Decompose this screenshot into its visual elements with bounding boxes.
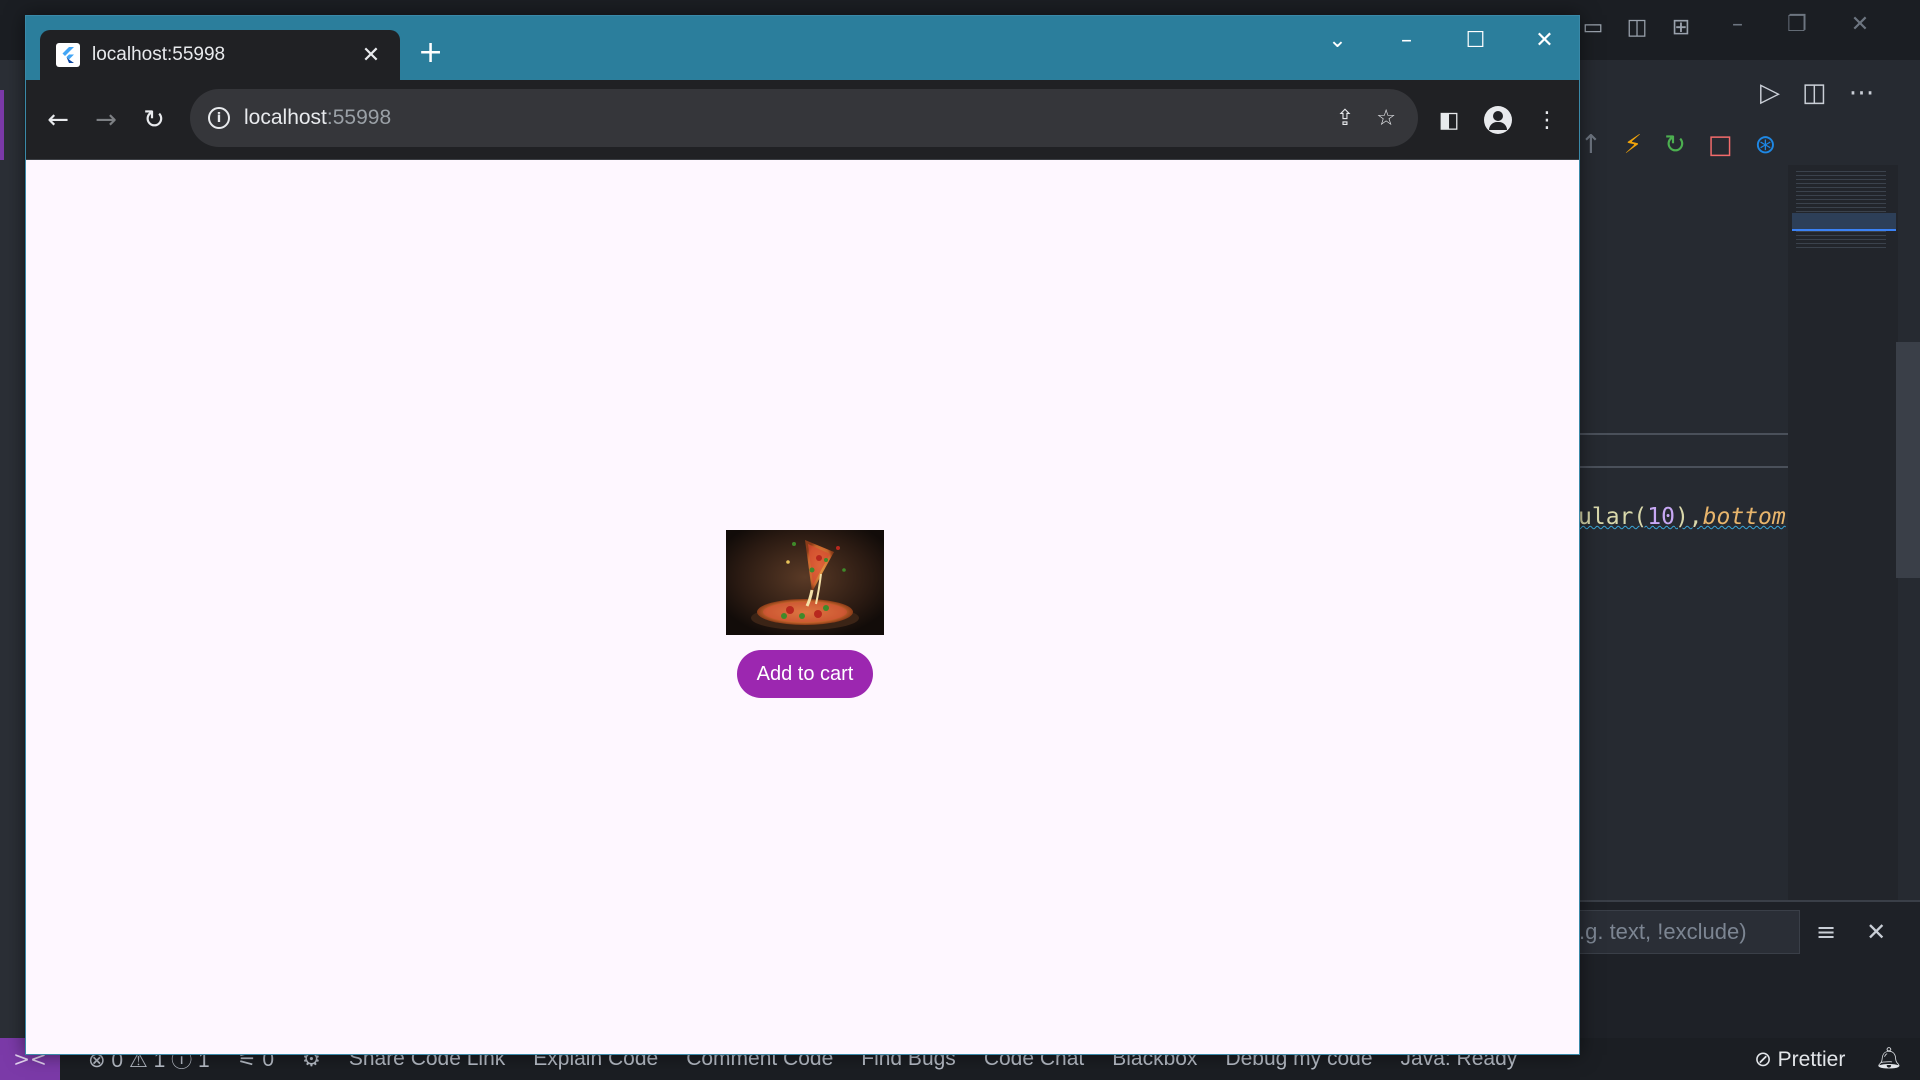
customize-layout-icon[interactable]: ⊞ — [1668, 14, 1694, 40]
stop-icon[interactable]: □ — [1708, 130, 1733, 160]
browser-window-controls: ⌄ – ☐ ✕ — [1303, 16, 1579, 64]
back-icon[interactable]: ← — [38, 100, 78, 140]
url-port: :55998 — [326, 106, 392, 129]
restore-icon[interactable]: ❐ — [1787, 12, 1807, 37]
tab-title: localhost:55998 — [92, 44, 226, 65]
editor-area — [1578, 165, 1788, 900]
share-icon[interactable]: ⇪ — [1336, 106, 1354, 131]
editor-divider — [1578, 466, 1788, 468]
activity-accent — [0, 90, 4, 160]
tab-strip: localhost:55998 ✕ + ⌄ – ☐ ✕ — [26, 16, 1579, 80]
code-prefix: ular( — [1578, 504, 1648, 530]
close-icon[interactable]: ✕ — [1510, 16, 1579, 64]
minimap[interactable] — [1788, 165, 1898, 900]
code-italic: bottom — [1702, 504, 1786, 530]
add-to-cart-button[interactable]: Add to cart — [736, 650, 874, 698]
devtools-icon[interactable]: ⊛ — [1754, 130, 1776, 160]
clear-output-icon[interactable]: ≡ — [1816, 918, 1836, 946]
minimize-icon[interactable]: – — [1372, 16, 1441, 64]
tab-search-icon[interactable]: ⌄ — [1303, 16, 1372, 64]
activity-bar — [0, 60, 24, 1038]
toggle-secondary-sidebar-icon[interactable]: ◫ — [1624, 14, 1650, 40]
split-editor-icon[interactable]: ◫ — [1802, 78, 1827, 108]
prettier-status[interactable]: ⊘ Prettier — [1754, 1047, 1845, 1072]
browser-toolbar: ← → ↻ i localhost:55998 ⇪ ☆ ◧ ⋮ — [26, 80, 1579, 160]
toggle-panel-icon[interactable]: ▭ — [1580, 14, 1606, 40]
bookmark-star-icon[interactable]: ☆ — [1376, 106, 1396, 131]
step-out-icon[interactable]: ↑ — [1580, 130, 1602, 160]
more-actions-icon[interactable]: ⋯ — [1849, 78, 1875, 108]
editor-scrollbar[interactable] — [1896, 342, 1920, 578]
side-panel-icon[interactable]: ◧ — [1434, 100, 1464, 140]
address-url[interactable]: localhost:55998 — [244, 106, 1336, 130]
product-card: Add to cart — [725, 530, 885, 698]
maximize-icon[interactable]: ☐ — [1441, 16, 1510, 64]
url-host: localhost — [244, 106, 327, 129]
prettier-label: Prettier — [1777, 1047, 1846, 1071]
notifications-icon[interactable]: 🔔︎ — [1875, 1047, 1902, 1071]
vscode-window-controls: – ❐ ✕ — [1732, 12, 1869, 37]
page-content: Add to cart — [26, 160, 1579, 1054]
panel-actions: ≡ ✕ — [1816, 918, 1886, 946]
debug-toolbar: ↑ ⚡ ↻ □ ⊛ — [1580, 130, 1776, 160]
hot-reload-icon[interactable]: ⚡ — [1624, 130, 1642, 160]
minimap-text — [1796, 171, 1886, 251]
address-bar[interactable]: i localhost:55998 ⇪ ☆ — [190, 89, 1418, 147]
forward-icon[interactable]: → — [86, 100, 126, 140]
browser-window: localhost:55998 ✕ + ⌄ – ☐ ✕ ← → ↻ i loca… — [25, 15, 1580, 1055]
minimap-highlight — [1792, 213, 1896, 231]
pizza-image — [726, 530, 884, 635]
editor-toolbar: ▷ ◫ ⋯ — [1760, 78, 1875, 108]
filter-input[interactable]: .g. text, !exclude) — [1578, 910, 1800, 954]
editor-divider — [1578, 433, 1788, 435]
close-panel-icon[interactable]: ✕ — [1866, 918, 1886, 946]
code-number: 10 — [1647, 504, 1675, 530]
reload-icon[interactable]: ↻ — [134, 100, 174, 140]
layout-controls: ▭ ◫ ⊞ — [1580, 14, 1694, 40]
toolbar-actions: ◧ ⋮ — [1434, 100, 1562, 140]
browser-tab[interactable]: localhost:55998 ✕ — [40, 30, 400, 80]
statusbar-right: ⊘ Prettier 🔔︎ — [1754, 1038, 1902, 1080]
new-tab-icon[interactable]: + — [418, 38, 443, 68]
hot-restart-icon[interactable]: ↻ — [1664, 130, 1686, 160]
code-line: ular(10),bottom — [1578, 504, 1786, 530]
flutter-icon — [56, 43, 80, 67]
close-icon[interactable]: ✕ — [1851, 12, 1869, 37]
run-icon[interactable]: ▷ — [1760, 78, 1780, 108]
code-middle: ), — [1674, 504, 1703, 530]
site-info-icon[interactable]: i — [208, 107, 230, 129]
minimize-icon[interactable]: – — [1732, 12, 1743, 37]
chrome-menu-icon[interactable]: ⋮ — [1532, 100, 1562, 140]
profile-icon[interactable] — [1484, 106, 1512, 134]
tab-close-icon[interactable]: ✕ — [356, 43, 386, 68]
